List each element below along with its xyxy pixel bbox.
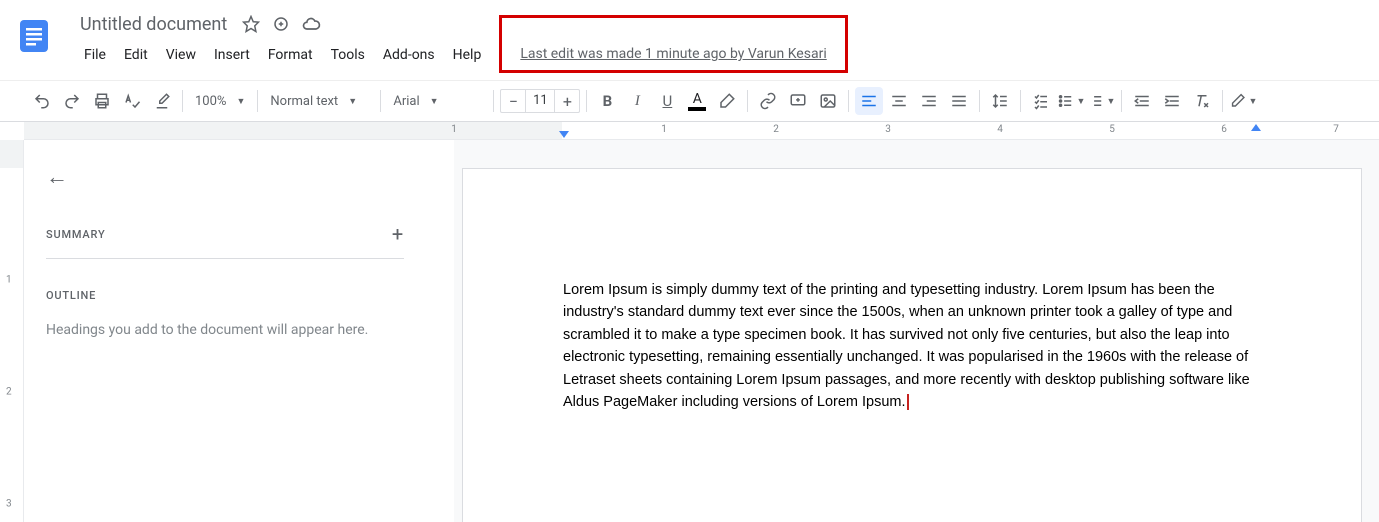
first-line-indent-marker[interactable] bbox=[559, 131, 569, 138]
insert-link-button[interactable] bbox=[754, 87, 782, 115]
bold-button[interactable]: B bbox=[593, 87, 621, 115]
text-cursor bbox=[907, 394, 909, 410]
undo-button[interactable] bbox=[28, 87, 56, 115]
app-header: Untitled document File Edit View Insert … bbox=[0, 0, 1379, 80]
ruler-number: 3 bbox=[885, 124, 891, 135]
cloud-icon[interactable] bbox=[301, 14, 321, 34]
move-icon[interactable] bbox=[271, 14, 291, 34]
decrease-indent-button[interactable] bbox=[1128, 87, 1156, 115]
ruler-number: 2 bbox=[773, 124, 779, 135]
align-left-button[interactable] bbox=[855, 87, 883, 115]
italic-button[interactable]: I bbox=[623, 87, 651, 115]
separator bbox=[586, 90, 587, 112]
align-justify-button[interactable] bbox=[945, 87, 973, 115]
last-edit-highlight: Last edit was made 1 minute ago by Varun… bbox=[499, 15, 847, 73]
menu-edit[interactable]: Edit bbox=[116, 43, 156, 67]
ruler-number: 7 bbox=[1333, 124, 1339, 135]
highlight-color-button[interactable] bbox=[713, 87, 741, 115]
ruler-number: 6 bbox=[1221, 124, 1227, 135]
menu-tools[interactable]: Tools bbox=[323, 43, 373, 67]
print-button[interactable] bbox=[88, 87, 116, 115]
paint-format-button[interactable] bbox=[148, 87, 176, 115]
underline-button[interactable]: U bbox=[653, 87, 681, 115]
page-area[interactable]: Lorem Ipsum is simply dummy text of the … bbox=[454, 140, 1379, 522]
bulleted-list-button[interactable]: ▼ bbox=[1057, 87, 1085, 115]
chevron-down-icon: ▼ bbox=[1076, 96, 1085, 107]
zoom-value: 100% bbox=[195, 94, 226, 109]
vertical-ruler[interactable]: 1 2 3 bbox=[0, 140, 24, 522]
align-center-button[interactable] bbox=[885, 87, 913, 115]
document-title[interactable]: Untitled document bbox=[76, 12, 231, 37]
separator bbox=[1222, 90, 1223, 112]
chevron-down-icon: ▼ bbox=[430, 96, 439, 107]
menu-help[interactable]: Help bbox=[445, 43, 490, 67]
insert-image-button[interactable] bbox=[814, 87, 842, 115]
document-body[interactable]: Lorem Ipsum is simply dummy text of the … bbox=[563, 279, 1261, 414]
chevron-down-icon: ▼ bbox=[1248, 96, 1257, 107]
checklist-button[interactable] bbox=[1027, 87, 1055, 115]
add-comment-button[interactable] bbox=[784, 87, 812, 115]
font-size-control: − 11 + bbox=[500, 89, 580, 113]
editing-mode-button[interactable]: ▼ bbox=[1229, 87, 1257, 115]
ruler-number: 4 bbox=[997, 124, 1003, 135]
font-value: Arial bbox=[393, 94, 419, 109]
last-edit-link[interactable]: Last edit was made 1 minute ago by Varun… bbox=[520, 46, 826, 62]
font-size-value[interactable]: 11 bbox=[525, 90, 555, 112]
back-arrow-icon[interactable]: ← bbox=[46, 165, 68, 190]
chevron-down-icon: ▼ bbox=[348, 96, 357, 107]
separator bbox=[979, 90, 980, 112]
add-summary-button[interactable]: + bbox=[392, 222, 404, 246]
separator bbox=[1121, 90, 1122, 112]
menu-insert[interactable]: Insert bbox=[206, 43, 258, 67]
align-right-button[interactable] bbox=[915, 87, 943, 115]
font-size-decrease[interactable]: − bbox=[501, 92, 525, 111]
menubar: File Edit View Insert Format Tools Add-o… bbox=[76, 40, 1363, 70]
separator bbox=[848, 90, 849, 112]
separator bbox=[493, 90, 494, 112]
menu-file[interactable]: File bbox=[76, 43, 114, 67]
menu-format[interactable]: Format bbox=[260, 43, 321, 67]
ruler-number: 5 bbox=[1109, 124, 1115, 135]
clear-formatting-button[interactable] bbox=[1188, 87, 1216, 115]
paragraph-style-select[interactable]: Normal text ▼ bbox=[264, 87, 374, 115]
toolbar: 100% ▼ Normal text ▼ Arial ▼ − 11 + B I U A… bbox=[0, 80, 1379, 122]
body-text[interactable]: Lorem Ipsum is simply dummy text of the … bbox=[563, 282, 1250, 410]
ruler-number: 1 bbox=[661, 124, 667, 135]
star-icon[interactable] bbox=[241, 14, 261, 34]
outline-panel: ← SUMMARY + OUTLINE Headings you add to … bbox=[24, 140, 454, 522]
chevron-down-icon: ▼ bbox=[236, 96, 245, 107]
ruler-number: 1 bbox=[451, 124, 457, 135]
redo-button[interactable] bbox=[58, 87, 86, 115]
menu-addons[interactable]: Add-ons bbox=[375, 43, 443, 67]
right-indent-marker[interactable] bbox=[1251, 124, 1261, 131]
separator bbox=[380, 90, 381, 112]
numbered-list-button[interactable]: ▼ bbox=[1087, 87, 1115, 115]
chevron-down-icon: ▼ bbox=[1106, 96, 1115, 107]
spellcheck-button[interactable] bbox=[118, 87, 146, 115]
outline-hint: Headings you add to the document will ap… bbox=[46, 320, 404, 341]
separator bbox=[182, 90, 183, 112]
horizontal-ruler[interactable]: 1 1 2 3 4 5 6 7 bbox=[24, 122, 1379, 140]
separator bbox=[747, 90, 748, 112]
summary-label: SUMMARY bbox=[46, 228, 105, 241]
increase-indent-button[interactable] bbox=[1158, 87, 1186, 115]
separator bbox=[1020, 90, 1021, 112]
zoom-select[interactable]: 100% ▼ bbox=[189, 87, 251, 115]
separator bbox=[257, 90, 258, 112]
font-select[interactable]: Arial ▼ bbox=[387, 87, 487, 115]
docs-logo[interactable] bbox=[16, 12, 52, 60]
style-value: Normal text bbox=[270, 94, 338, 109]
font-size-increase[interactable]: + bbox=[555, 92, 579, 111]
text-color-button[interactable]: A bbox=[683, 87, 711, 115]
document-page[interactable]: Lorem Ipsum is simply dummy text of the … bbox=[462, 168, 1362, 522]
menu-view[interactable]: View bbox=[158, 43, 204, 67]
workspace: 1 2 3 ← SUMMARY + OUTLINE Headings you a… bbox=[0, 140, 1379, 522]
ruler-corner bbox=[0, 122, 24, 140]
outline-label: OUTLINE bbox=[46, 289, 404, 302]
line-spacing-button[interactable] bbox=[986, 87, 1014, 115]
